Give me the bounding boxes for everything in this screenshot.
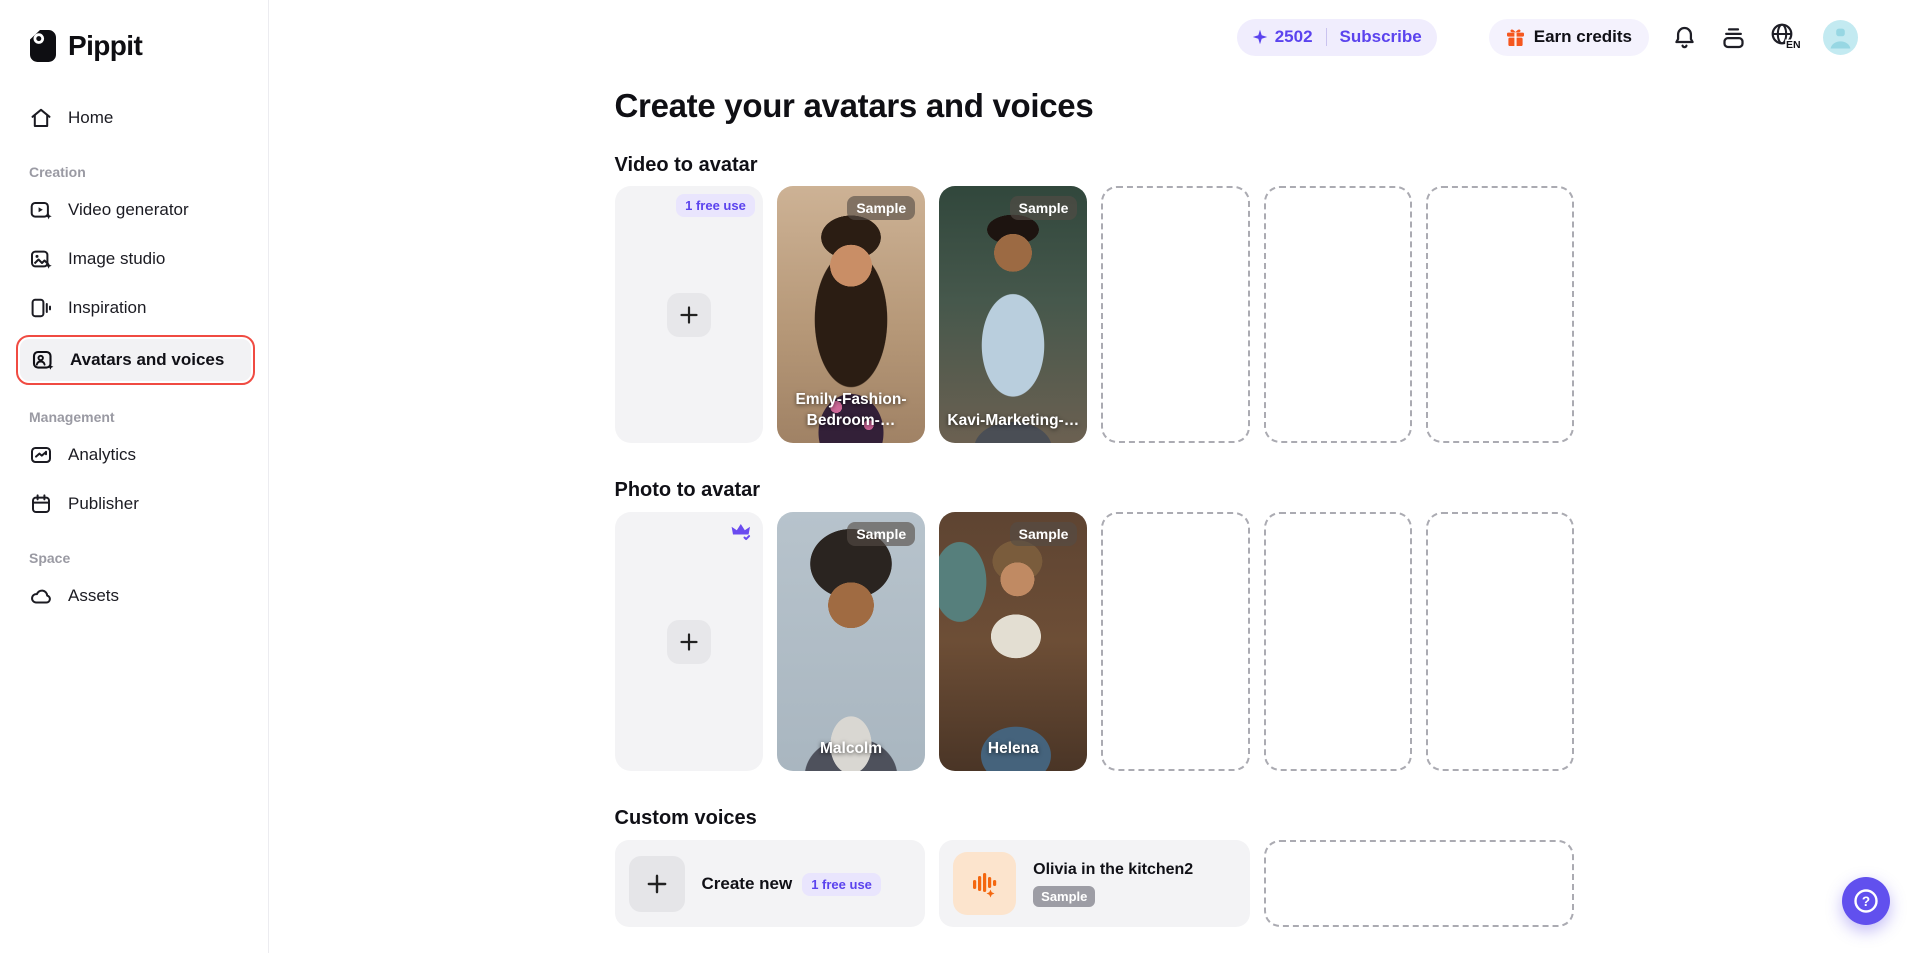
avatar-card-emily[interactable]: Sample Emily-Fashion-Bedroom-… [776, 186, 926, 443]
topbar: 2502 Subscribe Earn credits EN [1236, 0, 1920, 74]
empty-avatar-slot [1101, 186, 1250, 443]
credits-count: 2502 [1274, 27, 1313, 46]
voice-card-olivia[interactable]: Olivia in the kitchen2 Sample [939, 840, 1250, 927]
sidebar-item-label: Analytics [68, 445, 137, 464]
empty-voice-slot [1263, 840, 1575, 927]
sidebar-item-video-generator[interactable]: Video generator [16, 188, 255, 232]
sample-badge: Sample [847, 522, 916, 546]
section-title-custom-voices: Custom voices [614, 807, 757, 829]
sample-badge: Sample [1009, 522, 1078, 546]
sidebar-item-label: Home [68, 108, 114, 127]
avatar-card-kavi[interactable]: Sample Kavi-Marketing-… [939, 186, 1088, 443]
sidebar-item-analytics[interactable]: Analytics [16, 433, 255, 477]
create-voice-card[interactable]: Create new 1 free use [614, 840, 926, 927]
avatars-and-voices-icon [31, 348, 55, 372]
language-globe-icon[interactable]: EN [1769, 22, 1801, 52]
card-stack-billing-icon[interactable] [1720, 24, 1747, 51]
avatar-card-helena[interactable]: Sample Helena [939, 512, 1088, 771]
sidebar: Pippit Home Creation Video generator Ima… [0, 0, 269, 953]
sidebar-item-home[interactable]: Home [16, 96, 255, 140]
avatar-name: Helena [987, 740, 1039, 758]
sidebar-item-label: Assets [68, 586, 120, 605]
sidebar-item-publisher[interactable]: Publisher [16, 482, 255, 526]
empty-avatar-slot [1101, 512, 1250, 771]
sidebar-item-avatars-and-voices[interactable]: Avatars and voices [16, 335, 255, 385]
sidebar-item-label: Avatars and voices [70, 350, 225, 369]
plus-icon[interactable] [666, 292, 711, 337]
plus-icon[interactable] [666, 619, 711, 664]
video-to-avatar-row: 1 free use Sample Emily-Fashion-Bedroom-… [614, 186, 1575, 443]
publisher-icon [29, 492, 53, 516]
user-avatar[interactable] [1823, 19, 1858, 55]
earn-credits-label: Earn credits [1533, 27, 1632, 46]
app-title: Pippit [68, 30, 143, 61]
sidebar-item-label: Video generator [68, 200, 189, 219]
crown-icon [730, 521, 753, 543]
sidebar-section-space: Space [29, 550, 71, 566]
sidebar-section-creation: Creation [29, 164, 86, 180]
empty-avatar-slot [1426, 512, 1575, 771]
home-icon [29, 106, 53, 130]
divider [1325, 28, 1327, 46]
gift-icon [1506, 28, 1525, 47]
subscribe-link[interactable]: Subscribe [1340, 27, 1422, 47]
avatar-name: Kavi-Marketing-… [947, 412, 1080, 430]
avatar-name: Malcolm [819, 740, 882, 758]
sidebar-item-assets[interactable]: Assets [16, 574, 255, 618]
video-generator-icon [29, 198, 53, 222]
pippit-logo-icon [29, 29, 57, 63]
sidebar-item-label: Image studio [68, 249, 166, 268]
create-new-label: Create new [701, 873, 793, 893]
section-title-video-to-avatar: Video to avatar [614, 154, 758, 176]
earn-credits-button[interactable]: Earn credits [1488, 18, 1649, 56]
image-studio-icon [29, 247, 53, 271]
free-use-badge: 1 free use [676, 194, 755, 217]
cloud-assets-icon [29, 584, 53, 608]
create-video-avatar-card[interactable]: 1 free use [614, 186, 763, 443]
main-area: 2502 Subscribe Earn credits EN Create yo… [269, 0, 1920, 953]
photo-to-avatar-row: Sample Malcolm Sample Helena [614, 512, 1575, 771]
section-title-photo-to-avatar: Photo to avatar [614, 479, 761, 501]
sidebar-section-management: Management [29, 409, 115, 425]
voice-name: Olivia in the kitchen2 [1033, 860, 1194, 878]
empty-avatar-slot [1426, 186, 1575, 443]
plus-icon[interactable] [628, 855, 685, 912]
voice-sample-badge: Sample [1033, 885, 1096, 907]
empty-avatar-slot [1263, 512, 1413, 771]
page-title: Create your avatars and voices [614, 87, 1094, 124]
avatar-name: Emily-Fashion-Bedroom-… [795, 391, 907, 430]
inspiration-icon [29, 296, 53, 320]
question-mark-icon: ? [1862, 894, 1870, 909]
help-button[interactable]: ? [1842, 877, 1890, 925]
waveform-icon [953, 852, 1017, 915]
language-code: EN [1786, 39, 1801, 51]
sidebar-item-image-studio[interactable]: Image studio [16, 237, 255, 281]
content: Create your avatars and voices Video to … [614, 0, 1575, 927]
sidebar-item-label: Inspiration [68, 298, 147, 317]
sparkle-icon [1252, 29, 1268, 45]
analytics-icon [29, 443, 53, 467]
avatar-card-malcolm[interactable]: Sample Malcolm [776, 512, 926, 771]
free-use-badge: 1 free use [802, 872, 881, 896]
custom-voices-row: Create new 1 free use Olivia in the kitc… [614, 840, 1575, 927]
app-logo[interactable]: Pippit [16, 26, 255, 66]
sidebar-item-inspiration[interactable]: Inspiration [16, 286, 255, 330]
create-photo-avatar-card[interactable] [614, 512, 763, 771]
credits-pill[interactable]: 2502 Subscribe [1236, 18, 1437, 56]
sample-badge: Sample [847, 196, 916, 220]
empty-avatar-slot [1263, 186, 1413, 443]
sidebar-item-label: Publisher [68, 494, 139, 513]
sample-badge: Sample [1009, 196, 1078, 220]
notifications-bell-icon[interactable] [1671, 24, 1698, 51]
